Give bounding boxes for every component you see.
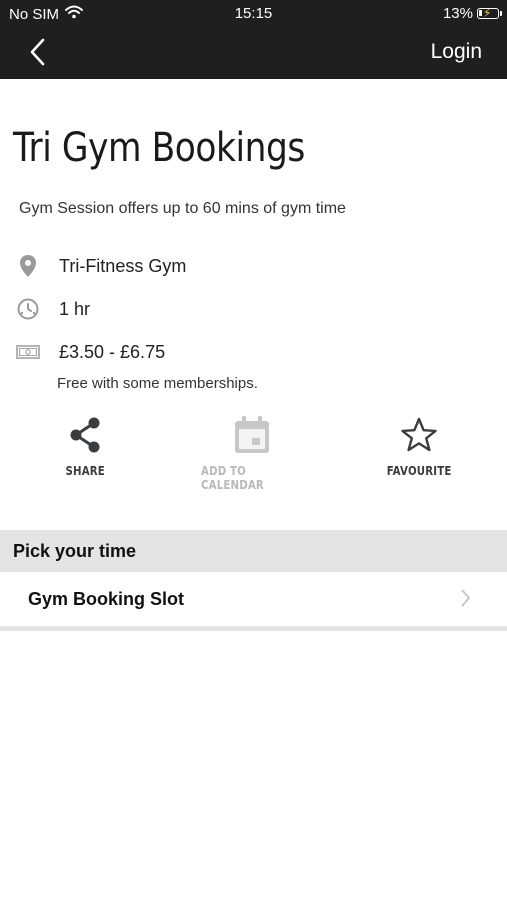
- top-bar: No SIM 15:15 13% ⚡ Login: [0, 0, 507, 79]
- page-title: Tri Gym Bookings: [13, 125, 305, 171]
- favourite-label: FAVOURITE: [386, 464, 452, 478]
- membership-note: Free with some memberships.: [57, 375, 258, 392]
- battery-icon: ⚡: [477, 6, 502, 20]
- share-label: SHARE: [65, 464, 105, 478]
- venue-name: Tri-Fitness Gym: [59, 255, 187, 276]
- booking-slot-row[interactable]: Gym Booking Slot: [0, 572, 507, 631]
- back-button[interactable]: [22, 36, 52, 68]
- chevron-right-icon: [461, 589, 471, 612]
- session-description: Gym Session offers up to 60 mins of gym …: [19, 200, 346, 217]
- add-to-calendar-label: ADD TO CALENDAR: [201, 464, 264, 492]
- chevron-left-icon: [30, 38, 45, 66]
- login-button[interactable]: Login: [431, 40, 482, 64]
- duration-value: 1 hr: [59, 298, 91, 319]
- share-icon: [70, 417, 100, 453]
- pick-time-header: Pick your time: [0, 530, 507, 572]
- battery-group: 13% ⚡: [442, 5, 502, 22]
- duration-row: 1 hr: [16, 297, 90, 321]
- battery-percent: 13%: [442, 5, 473, 22]
- favourite-button[interactable]: FAVOURITE: [359, 416, 479, 478]
- add-to-calendar-button[interactable]: ADD TO CALENDAR: [192, 416, 312, 492]
- clock: 15:15: [234, 5, 273, 22]
- calendar-icon: [235, 416, 269, 453]
- banknote-icon: [16, 340, 40, 364]
- location-pin-icon: [16, 254, 40, 278]
- price-row: £3.50 - £6.75: [16, 340, 165, 364]
- pick-time-label: Pick your time: [13, 540, 137, 561]
- share-button[interactable]: SHARE: [25, 416, 145, 478]
- price-range: £3.50 - £6.75: [59, 341, 166, 362]
- star-icon: [401, 417, 437, 452]
- booking-slot-label: Gym Booking Slot: [28, 588, 185, 609]
- timer-icon: [16, 297, 40, 321]
- status-bar: No SIM 15:15 13% ⚡: [0, 0, 507, 28]
- venue-row: Tri-Fitness Gym: [16, 254, 186, 278]
